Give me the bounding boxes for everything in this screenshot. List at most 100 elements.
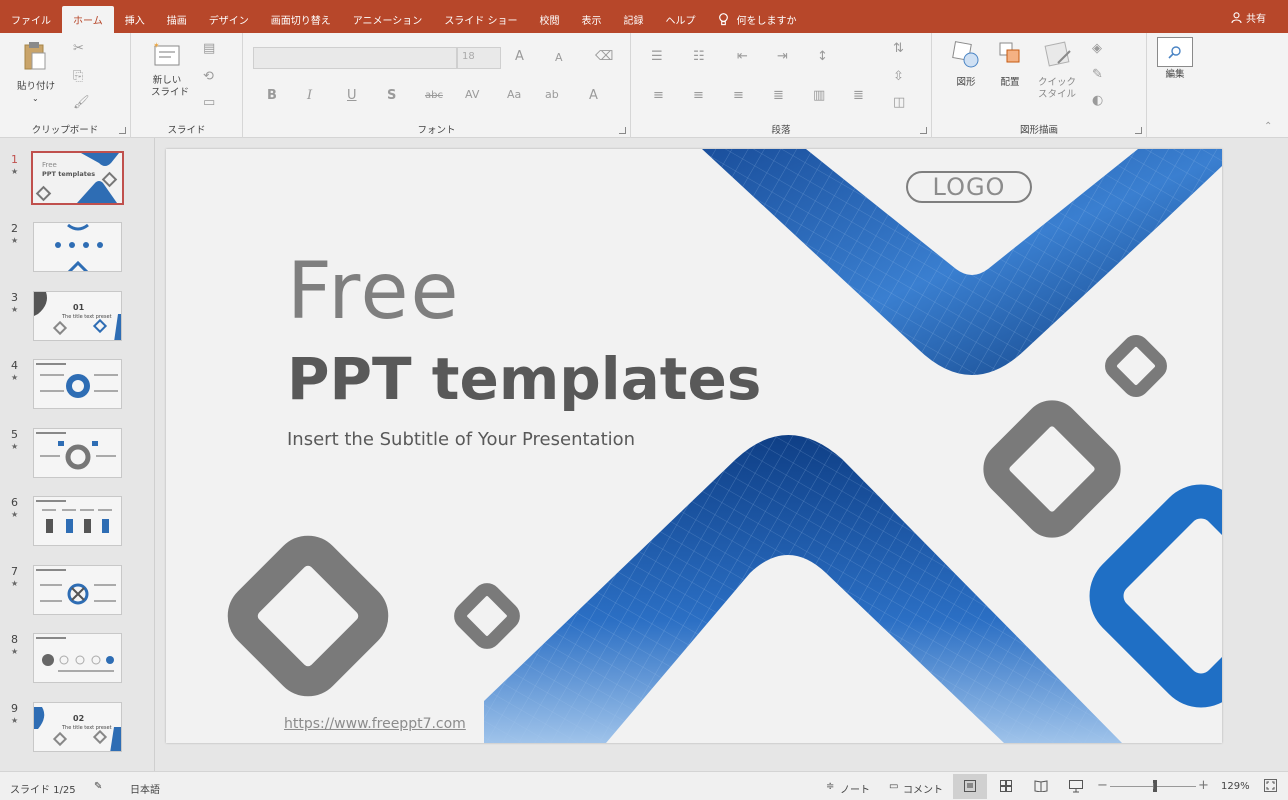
logo-placeholder[interactable]: LOGO (906, 171, 1032, 203)
format-painter-icon[interactable]: 🖌 (73, 95, 90, 110)
zoom-out-icon[interactable]: − (1097, 778, 1108, 793)
italic-icon[interactable]: I (307, 88, 312, 103)
share-button[interactable]: 共有 (1231, 10, 1266, 25)
tab-help[interactable]: ヘルプ (655, 6, 707, 33)
slide-thumbnail[interactable]: 1 ★ Free PPT templates (0, 151, 154, 213)
tab-record[interactable]: 記録 (613, 6, 655, 33)
tab-review[interactable]: 校閲 (529, 6, 571, 33)
numbering-icon[interactable]: ☷ (693, 49, 705, 64)
quick-styles-button[interactable]: クイック スタイル (1034, 39, 1080, 105)
align-center-icon[interactable]: ≡ (693, 88, 704, 103)
zoom-in-icon[interactable]: + (1198, 778, 1209, 793)
tab-home[interactable]: ホーム (62, 6, 114, 33)
collapse-ribbon-icon[interactable]: ⌃ (1264, 121, 1272, 132)
tab-file[interactable]: ファイル (0, 6, 62, 33)
slide-thumbnail-panel[interactable]: 1 ★ Free PPT templates 2 ★ 3 ★ 01 The ti… (0, 138, 155, 771)
thumbnail-art (34, 497, 121, 545)
slide-title-line1[interactable]: Free (287, 247, 461, 337)
spellcheck-icon[interactable]: ✎ (94, 781, 102, 792)
zoom-level[interactable]: 129% (1221, 781, 1250, 792)
decrease-indent-icon[interactable]: ⇤ (737, 49, 748, 64)
tab-transitions[interactable]: 画面切り替え (260, 6, 342, 33)
slide-url-link[interactable]: https://www.freeppt7.com (284, 716, 466, 732)
language-indicator[interactable]: 日本語 (130, 781, 160, 796)
new-slide-label-line2: スライド (150, 87, 189, 98)
tab-animations[interactable]: アニメーション (342, 6, 434, 33)
shape-effects-icon[interactable]: ◐ (1092, 93, 1103, 108)
slide-thumbnail[interactable]: 8 ★ (0, 633, 154, 693)
find-button[interactable] (1157, 37, 1193, 67)
change-case-icon[interactable]: Aa (507, 88, 521, 101)
dialog-launcher-icon[interactable] (1135, 127, 1142, 134)
slide-thumbnail[interactable]: 7 ★ (0, 565, 154, 625)
slide-editing-area[interactable]: LOGO Free PPT templates Insert the Subti… (156, 138, 1288, 771)
increase-font-icon[interactable]: A (515, 49, 524, 64)
slide-subtitle[interactable]: Insert the Subtitle of Your Presentation (287, 429, 635, 450)
shape-fill-icon[interactable]: ◈ (1092, 41, 1102, 56)
slide-thumbnail[interactable]: 3 ★ 01 The title text preset (0, 291, 154, 351)
slideshow-view-button[interactable] (1059, 774, 1093, 799)
text-direction-icon[interactable]: ⇅ (893, 41, 904, 56)
tab-insert[interactable]: 挿入 (114, 6, 156, 33)
slide-canvas[interactable]: LOGO Free PPT templates Insert the Subti… (166, 149, 1222, 743)
animation-star-icon: ★ (11, 442, 19, 451)
font-size-combo[interactable]: 18 (457, 47, 501, 69)
columns-icon[interactable]: ▥ (813, 88, 825, 103)
font-color-icon[interactable]: A (589, 88, 598, 103)
clear-format-icon[interactable]: ⌫ (595, 49, 613, 64)
slide-thumbnail[interactable]: 5 ★ (0, 428, 154, 488)
slide-thumbnail[interactable]: 9 ★ 02 The title text preset (0, 702, 154, 762)
notes-button[interactable]: ノート (840, 781, 870, 796)
tab-slideshow[interactable]: スライド ショー (433, 6, 528, 33)
new-slide-button[interactable]: ✶ 新しい スライド (145, 39, 189, 103)
smartart-icon[interactable]: ◫ (893, 95, 905, 110)
layout-icon[interactable]: ▤ (203, 41, 215, 56)
tab-view[interactable]: 表示 (571, 6, 613, 33)
char-spacing-icon[interactable]: AV (465, 88, 479, 101)
justify-icon[interactable]: ≣ (773, 88, 784, 103)
cut-icon[interactable]: ✂ (73, 41, 84, 56)
slide-thumbnail[interactable]: 4 ★ (0, 359, 154, 419)
section-icon[interactable]: ▭ (203, 95, 215, 110)
font-group: 18 A A ⌫ B I U S abc AV Aa ab A フォント (243, 33, 631, 138)
increase-indent-icon[interactable]: ⇥ (777, 49, 788, 64)
slide-sorter-button[interactable] (989, 774, 1023, 799)
decrease-font-icon[interactable]: A (555, 51, 563, 64)
distributed-icon[interactable]: ≣ (853, 88, 864, 103)
comments-button[interactable]: コメント (903, 781, 943, 796)
arrange-button[interactable]: 配置 (990, 39, 1030, 105)
bold-icon[interactable]: B (267, 88, 277, 103)
tab-draw[interactable]: 描画 (156, 6, 198, 33)
slide-thumbnail[interactable]: 6 ★ (0, 496, 154, 556)
tell-me-box[interactable]: 何をしますか (707, 6, 808, 33)
tab-design[interactable]: デザイン (198, 6, 260, 33)
dialog-launcher-icon[interactable] (119, 127, 126, 134)
reset-icon[interactable]: ⟲ (203, 69, 214, 84)
zoom-slider[interactable] (1110, 780, 1196, 792)
fit-to-window-button[interactable] (1264, 779, 1277, 792)
reading-view-button[interactable] (1024, 774, 1058, 799)
align-left-icon[interactable]: ≡ (653, 88, 664, 103)
copy-icon[interactable]: ⎘ (73, 69, 83, 84)
normal-view-button[interactable] (953, 774, 987, 799)
slide-title-line2[interactable]: PPT templates (287, 345, 761, 413)
align-right-icon[interactable]: ≡ (733, 88, 744, 103)
strikethrough-icon[interactable]: abc (425, 90, 443, 101)
bullets-icon[interactable]: ☰ (651, 49, 663, 64)
shape-outline-icon[interactable]: ✎ (1092, 67, 1103, 82)
comment-icon[interactable]: ▭ (889, 781, 898, 792)
slide-thumbnail[interactable]: 2 ★ (0, 222, 154, 282)
font-name-combo[interactable] (253, 47, 457, 69)
line-spacing-icon[interactable]: ↕ (817, 49, 828, 64)
notes-icon[interactable]: ≑ (826, 781, 834, 792)
dialog-launcher-icon[interactable] (619, 127, 626, 134)
underline-icon[interactable]: U (347, 88, 357, 103)
shapes-button[interactable]: 図形 (946, 39, 986, 105)
align-text-icon[interactable]: ⇳ (893, 69, 904, 84)
dialog-launcher-icon[interactable] (920, 127, 927, 134)
shadow-icon[interactable]: S (387, 88, 396, 103)
paste-button[interactable]: 貼り付け ⌄ (12, 39, 56, 103)
highlight-icon[interactable]: ab (545, 88, 559, 101)
thumbnail-image: 02 The title text preset (33, 702, 122, 752)
zoom-slider-center-tick (1153, 783, 1154, 789)
